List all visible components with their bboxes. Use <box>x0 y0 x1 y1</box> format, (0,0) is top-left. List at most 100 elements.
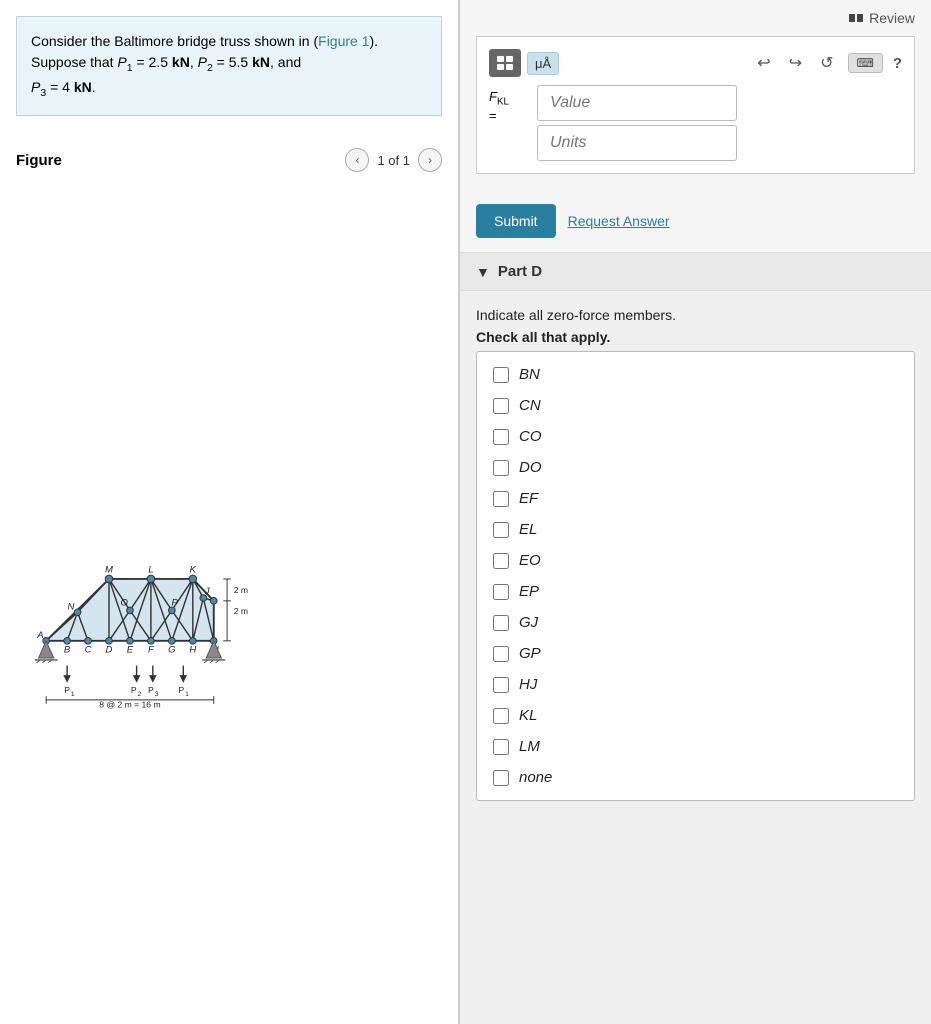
part-d-check-label: Check all that apply. <box>476 329 915 345</box>
checkbox-item-bn[interactable]: BN <box>493 360 898 389</box>
checkbox-none[interactable] <box>493 770 509 786</box>
checkbox-lm[interactable] <box>493 739 509 755</box>
svg-text:2 m: 2 m <box>234 585 248 595</box>
checkbox-do[interactable] <box>493 460 509 476</box>
checkbox-item-gp[interactable]: GP <box>493 639 898 668</box>
svg-text:G: G <box>168 644 175 655</box>
checkbox-item-ef[interactable]: EF <box>493 484 898 513</box>
problem-text-2: ). <box>370 33 379 49</box>
redo-button[interactable]: ↪ <box>785 51 806 75</box>
svg-text:J: J <box>204 586 210 597</box>
part-d-instruction: Indicate all zero-force members. <box>476 307 915 323</box>
problem-line2: Suppose that P1 = 2.5 kN, P2 = 5.5 kN, a… <box>31 54 301 70</box>
checkbox-gp[interactable] <box>493 646 509 662</box>
checkbox-kl[interactable] <box>493 708 509 724</box>
figure-prev-btn[interactable]: ‹ <box>345 148 369 172</box>
checkbox-label-hj: HJ <box>519 676 537 693</box>
figure-nav: ‹ 1 of 1 › <box>345 148 442 172</box>
checkbox-cn[interactable] <box>493 398 509 414</box>
svg-text:3: 3 <box>155 691 159 698</box>
svg-text:C: C <box>85 644 92 655</box>
part-d-content: Indicate all zero-force members. Check a… <box>460 291 931 817</box>
svg-text:O: O <box>121 598 129 609</box>
figure-page-label: 1 of 1 <box>377 153 410 168</box>
svg-text:P: P <box>148 685 154 695</box>
widget-toolbar: μÅ ↩ ↪ ↺ ⌨ ? <box>489 49 902 77</box>
checkbox-item-cn[interactable]: CN <box>493 391 898 420</box>
svg-text:A: A <box>36 630 43 641</box>
checkbox-list: BN CN CO DO EF EL EO EP GJ GP HJ KL LM none <box>476 351 915 801</box>
svg-text:1: 1 <box>71 691 75 698</box>
checkbox-label-do: DO <box>519 459 542 476</box>
checkbox-label-cn: CN <box>519 397 541 414</box>
checkbox-item-eo[interactable]: EO <box>493 546 898 575</box>
review-icon <box>849 14 863 22</box>
svg-text:8 @ 2 m = 16 m: 8 @ 2 m = 16 m <box>99 700 160 710</box>
figure-header: Figure ‹ 1 of 1 › <box>16 148 442 172</box>
checkbox-item-none[interactable]: none <box>493 763 898 792</box>
checkbox-label-gp: GP <box>519 645 541 662</box>
svg-text:1: 1 <box>185 691 189 698</box>
svg-text:M: M <box>105 564 113 575</box>
svg-text:N: N <box>67 601 74 612</box>
grid-icon[interactable] <box>489 49 521 77</box>
checkbox-label-none: none <box>519 769 552 786</box>
checkbox-item-ep[interactable]: EP <box>493 577 898 606</box>
refresh-button[interactable]: ↺ <box>816 51 837 75</box>
truss-diagram: M L K N O P J A B C D E F G H I <box>29 478 429 718</box>
checkbox-item-co[interactable]: CO <box>493 422 898 451</box>
checkbox-label-co: CO <box>519 428 542 445</box>
part-d-section: ▼ Part D Indicate all zero-force members… <box>460 252 931 1024</box>
review-label: Review <box>869 10 915 26</box>
checkbox-item-hj[interactable]: HJ <box>493 670 898 699</box>
svg-text:K: K <box>190 564 197 575</box>
checkbox-item-gj[interactable]: GJ <box>493 608 898 637</box>
svg-text:B: B <box>64 644 71 655</box>
svg-text:P: P <box>64 685 70 695</box>
answer-actions: Submit Request Answer <box>476 204 915 238</box>
figure-next-btn[interactable]: › <box>418 148 442 172</box>
svg-text:2 m: 2 m <box>234 606 248 616</box>
checkbox-label-lm: LM <box>519 738 540 755</box>
svg-text:P: P <box>172 598 179 609</box>
problem-statement: Consider the Baltimore bridge truss show… <box>16 16 442 116</box>
checkbox-item-el[interactable]: EL <box>493 515 898 544</box>
problem-line3: P3 = 4 kN. <box>31 79 96 95</box>
checkbox-item-lm[interactable]: LM <box>493 732 898 761</box>
check-label-strong: Check all that apply. <box>476 329 610 345</box>
checkbox-ef[interactable] <box>493 491 509 507</box>
answer-row: FKL= <box>489 85 902 161</box>
checkbox-item-do[interactable]: DO <box>493 453 898 482</box>
help-icon[interactable]: ? <box>893 55 902 72</box>
part-d-header[interactable]: ▼ Part D <box>460 253 931 291</box>
problem-text-1: Consider the Baltimore bridge truss show… <box>31 33 318 49</box>
keyboard-icon[interactable]: ⌨ <box>848 53 883 73</box>
svg-text:H: H <box>189 644 196 655</box>
checkbox-label-ep: EP <box>519 583 539 600</box>
units-input[interactable] <box>537 125 737 161</box>
checkbox-label-eo: EO <box>519 552 541 569</box>
mu-button[interactable]: μÅ <box>527 52 559 75</box>
figure-canvas: M L K N O P J A B C D E F G H I <box>16 188 442 1008</box>
checkbox-hj[interactable] <box>493 677 509 693</box>
checkbox-ep[interactable] <box>493 584 509 600</box>
answer-inputs <box>537 85 737 161</box>
checkbox-eo[interactable] <box>493 553 509 569</box>
figure-1-link[interactable]: Figure 1 <box>318 33 369 49</box>
svg-text:F: F <box>148 644 155 655</box>
svg-text:2: 2 <box>138 691 142 698</box>
submit-button[interactable]: Submit <box>476 204 556 238</box>
checkbox-label-ef: EF <box>519 490 538 507</box>
request-answer-button[interactable]: Request Answer <box>568 213 670 229</box>
svg-text:L: L <box>148 564 153 575</box>
value-input[interactable] <box>537 85 737 121</box>
checkbox-co[interactable] <box>493 429 509 445</box>
review-link[interactable]: Review <box>849 10 915 26</box>
left-panel: Consider the Baltimore bridge truss show… <box>0 0 460 1024</box>
checkbox-bn[interactable] <box>493 367 509 383</box>
checkbox-gj[interactable] <box>493 615 509 631</box>
undo-button[interactable]: ↩ <box>753 51 774 75</box>
widget-toolbar-right: ↩ ↪ ↺ ⌨ ? <box>753 51 902 75</box>
checkbox-item-kl[interactable]: KL <box>493 701 898 730</box>
checkbox-el[interactable] <box>493 522 509 538</box>
